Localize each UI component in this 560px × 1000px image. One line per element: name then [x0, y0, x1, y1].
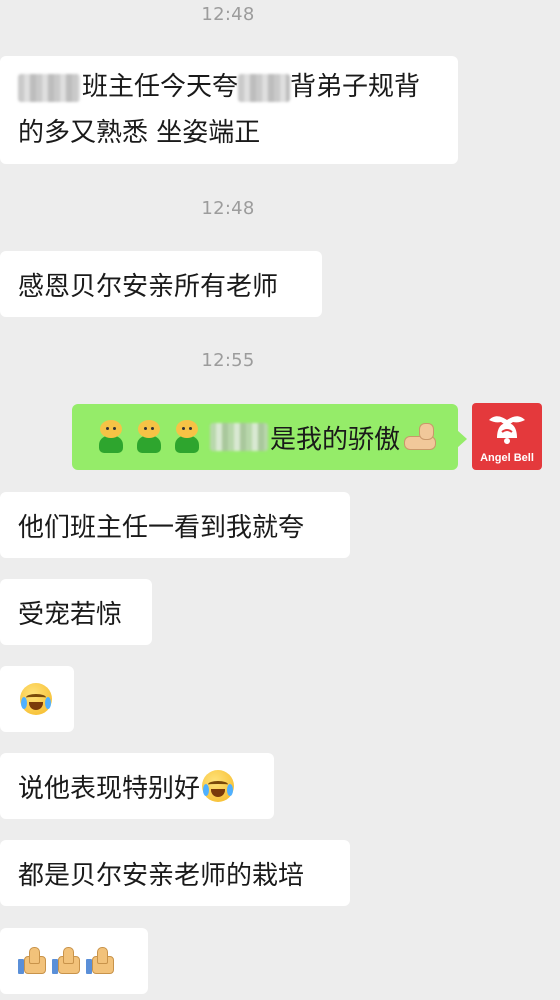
thumbs-up-emoji — [86, 946, 116, 976]
redacted-text — [238, 73, 291, 102]
received-message-bubble[interactable]: 他们班主任一看到我就夸 — [0, 492, 350, 558]
thumbs-up-emoji — [52, 946, 82, 976]
message-text: 是我的骄傲 — [270, 424, 401, 455]
flexed-biceps-emoji — [402, 422, 437, 452]
received-message-bubble[interactable]: 班主任今天夸 背弟子规背 的多又熟悉 坐姿端正 — [0, 56, 458, 164]
avatar-label: Angel Bell — [480, 452, 534, 464]
sent-message-bubble[interactable]: 是我的骄傲 — [72, 404, 467, 470]
frog-emoji — [172, 420, 202, 454]
received-message-bubble[interactable]: 说他表现特别好 — [0, 753, 274, 819]
timestamp: 12:48 — [201, 4, 255, 25]
message-text: 感恩贝尔安亲所有老师 — [18, 271, 279, 302]
angel-bell-logo-icon — [489, 416, 525, 444]
self-avatar[interactable]: Angel Bell — [472, 403, 542, 470]
redacted-text — [210, 423, 268, 451]
message-line: 的多又熟悉 坐姿端正 — [18, 118, 261, 148]
frog-emoji — [96, 420, 126, 454]
message-text: 背弟子规背 — [290, 72, 421, 102]
face-with-tears-of-joy-emoji — [202, 770, 235, 802]
message-text: 班主任今天夸 — [82, 72, 239, 102]
received-message-bubble[interactable] — [0, 928, 148, 994]
message-text: 受宠若惊 — [18, 599, 123, 630]
message-text: 说他表现特别好 — [18, 773, 201, 804]
message-text: 他们班主任一看到我就夸 — [18, 512, 305, 543]
timestamp: 12:48 — [201, 198, 255, 219]
received-message-bubble[interactable]: 感恩贝尔安亲所有老师 — [0, 251, 322, 317]
face-with-tears-of-joy-emoji — [20, 683, 52, 715]
redacted-text — [18, 73, 80, 102]
received-message-bubble[interactable]: 受宠若惊 — [0, 579, 152, 645]
received-message-bubble[interactable]: 都是贝尔安亲老师的栽培 — [0, 840, 350, 906]
message-line: 班主任今天夸 背弟子规背 — [18, 64, 420, 110]
frog-emoji — [134, 420, 164, 454]
timestamp: 12:55 — [201, 350, 255, 371]
thumbs-up-emoji — [18, 946, 48, 976]
message-text: 都是贝尔安亲老师的栽培 — [18, 860, 305, 891]
received-message-bubble[interactable] — [0, 666, 74, 732]
